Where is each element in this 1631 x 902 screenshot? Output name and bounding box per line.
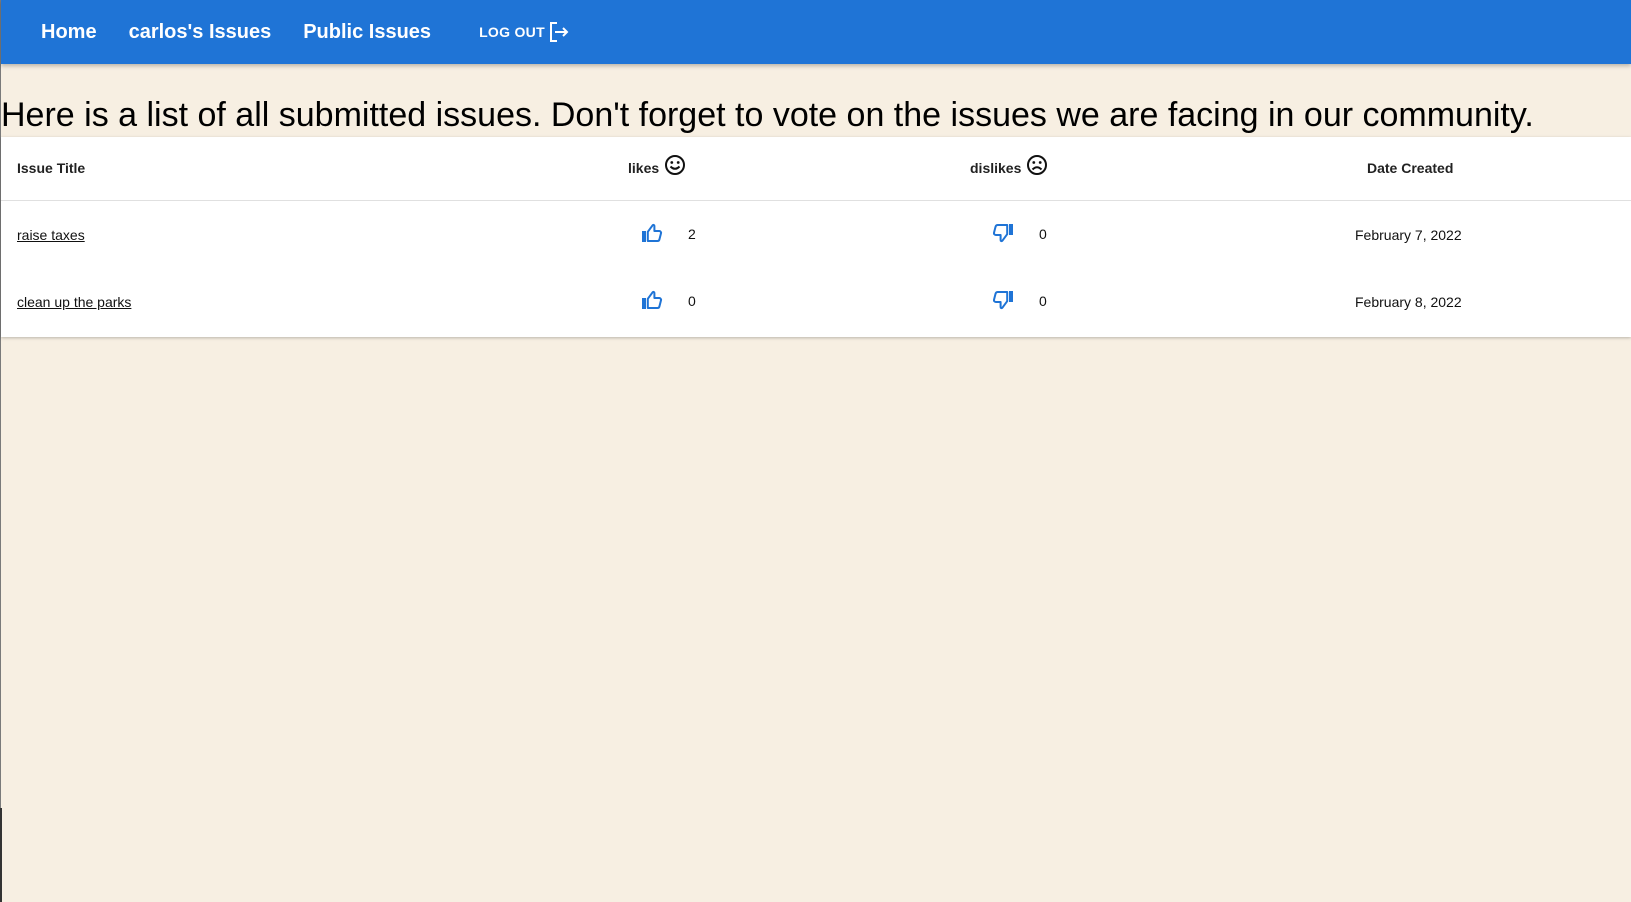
logout-label: LOG OUT: [479, 24, 545, 40]
dislike-count: 0: [1039, 293, 1047, 309]
nav-public-issues-link[interactable]: Public Issues: [303, 21, 431, 44]
like-count: 0: [688, 293, 696, 309]
thumb-up-icon: [642, 290, 663, 309]
intro-text: Here is a list of all submitted issues. …: [1, 96, 1534, 134]
dislike-button[interactable]: [990, 287, 1016, 313]
header-issue-title: Issue Title: [17, 160, 86, 176]
smiley-face-icon: [665, 155, 686, 175]
page-background: Home carlos's Issues Public Issues LOG O…: [0, 0, 1631, 902]
header-dislikes: dislikes: [970, 154, 1048, 176]
like-button[interactable]: [639, 220, 665, 246]
table-header: Issue Title likes dislikes Date Created: [1, 137, 1631, 201]
table-row: raise taxes 2 0 February 7, 2022: [1, 201, 1631, 269]
header-likes-label: likes: [628, 160, 660, 176]
date-created: February 7, 2022: [1355, 227, 1462, 243]
dislike-count: 0: [1039, 226, 1047, 242]
header-date-created: Date Created: [1367, 160, 1454, 176]
logout-button[interactable]: LOG OUT: [479, 20, 570, 44]
sad-face-icon: [1027, 155, 1048, 175]
header-likes: likes: [628, 154, 686, 176]
issue-title-link[interactable]: clean up the parks: [17, 294, 131, 310]
logout-icon: [549, 22, 569, 42]
like-button[interactable]: [639, 287, 665, 313]
window-edge-shadow: [0, 808, 2, 902]
date-created: February 8, 2022: [1355, 294, 1462, 310]
nav-my-issues-link[interactable]: carlos's Issues: [129, 21, 272, 44]
issues-table: Issue Title likes dislikes Date Created …: [1, 137, 1631, 337]
table-row: clean up the parks 0 0 February 8, 2022: [1, 268, 1631, 336]
like-count: 2: [688, 226, 696, 242]
thumb-down-icon: [992, 291, 1013, 310]
issue-title-link[interactable]: raise taxes: [17, 227, 85, 243]
nav-home-link[interactable]: Home: [41, 21, 97, 44]
dislike-button[interactable]: [990, 220, 1016, 246]
thumb-up-icon: [642, 223, 663, 242]
top-navbar: Home carlos's Issues Public Issues LOG O…: [1, 0, 1631, 64]
thumb-down-icon: [992, 224, 1013, 243]
header-dislikes-label: dislikes: [970, 160, 1022, 176]
